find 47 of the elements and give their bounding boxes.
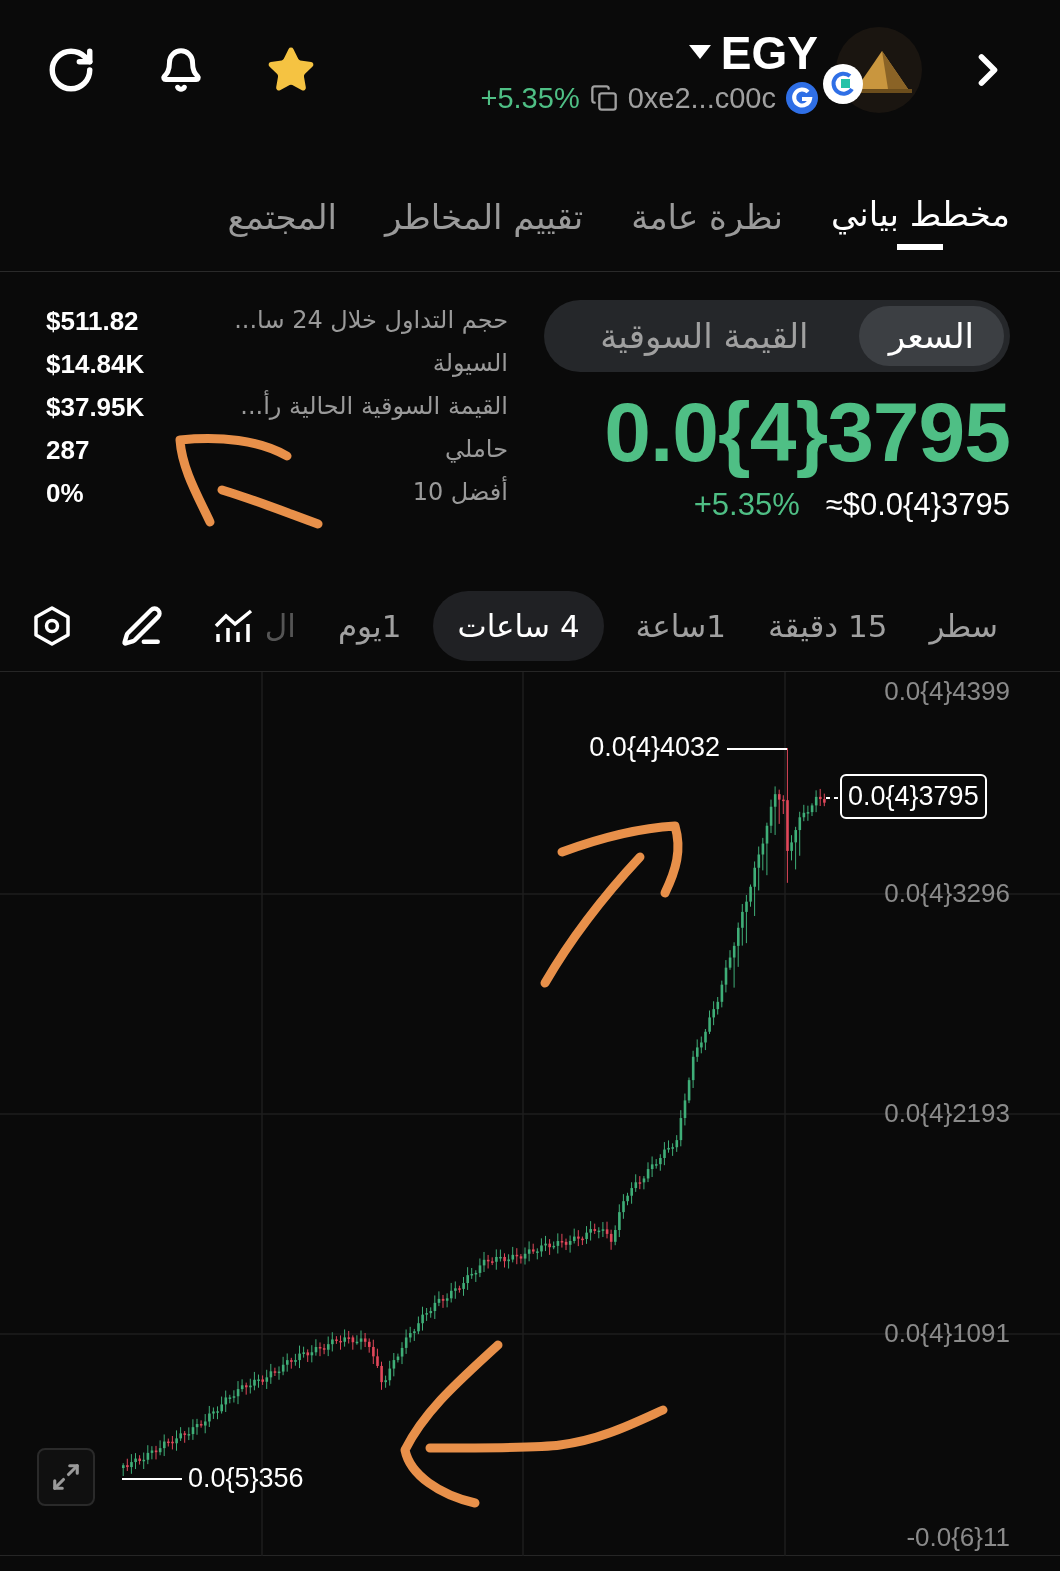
interval-tab[interactable]: 1يوم <box>327 590 412 661</box>
interval-tab[interactable]: 4 ساعات <box>433 590 604 661</box>
leader-line <box>727 748 787 750</box>
contract-address: 0xe2...c00c <box>627 81 776 115</box>
draw-icon[interactable] <box>120 604 163 647</box>
high-price-label: 0.0{4}4032 <box>589 732 720 763</box>
settings-icon[interactable] <box>32 605 71 646</box>
stat-label: القيمة السوقية الحالية رأ... <box>239 392 508 422</box>
stat-value: 0% <box>46 478 85 509</box>
bell-icon[interactable] <box>158 47 204 93</box>
chain-icon <box>786 82 818 114</box>
indicators-icon[interactable] <box>212 607 255 644</box>
stat-label: أفضل 10 <box>411 478 508 508</box>
price-change: +5.35% <box>693 487 800 523</box>
toggle-option[interactable]: السعر <box>858 306 1004 366</box>
axis-label: 0.0{4}1091 <box>884 1318 1010 1349</box>
current-price-tag: 0.0{4}3795 <box>840 774 987 819</box>
tab[interactable]: تقييم المخاطر <box>384 170 584 256</box>
usd-price: ≈$0.0{4}3795 <box>825 487 1010 523</box>
axis-label: 0.0{4}4399 <box>884 676 1010 707</box>
exchange-badge-icon <box>822 63 864 105</box>
stat-label: حجم التداول خلال 24 سا... <box>233 306 508 336</box>
expand-icon <box>51 1462 81 1492</box>
expand-button[interactable] <box>37 1448 95 1506</box>
token-symbol: EGY <box>720 25 818 80</box>
stat-value: 287 <box>46 435 91 466</box>
stat-label: حاملي <box>444 435 508 465</box>
low-price-label: 0.0{5}356 <box>188 1463 304 1494</box>
interval-tab[interactable]: سطر <box>919 590 1008 661</box>
price-change: +5.35% <box>480 81 580 115</box>
leader-line <box>826 797 838 799</box>
stat-label: السيولة <box>431 349 508 379</box>
stat-value: $14.84K <box>46 349 146 380</box>
leader-line <box>122 1478 182 1480</box>
interval-tab[interactable]: 1ساعة <box>625 590 736 661</box>
toggle-option[interactable]: القيمة السوقية <box>550 306 859 366</box>
tab[interactable]: المجتمع <box>227 170 337 256</box>
current-price: 0.0{4}3795 <box>604 384 1010 481</box>
tab[interactable]: نظرة عامة <box>631 170 783 256</box>
interval-tab[interactable]: 15 دقيقة <box>757 590 898 661</box>
axis-label: 0.0{4}2193 <box>884 1098 1010 1129</box>
stat-value: $511.82 <box>46 306 140 337</box>
copy-icon[interactable] <box>589 84 618 112</box>
axis-label: -0.0{6}11 <box>906 1522 1010 1553</box>
axis-label: 0.0{4}3296 <box>884 878 1010 909</box>
stat-value: $37.95K <box>46 392 146 423</box>
caret-icon[interactable] <box>688 44 711 61</box>
